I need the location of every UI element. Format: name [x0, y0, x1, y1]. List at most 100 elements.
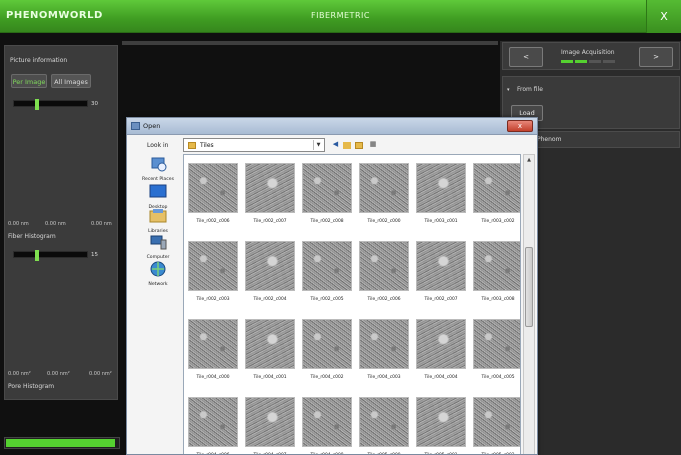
file-name: Tile_r004_c003	[367, 375, 401, 380]
from-file-title: From file	[517, 86, 543, 93]
threshold-slider[interactable]	[13, 99, 88, 110]
file-thumbnail[interactable]	[188, 397, 238, 447]
phenom-label: Phenom	[537, 136, 562, 143]
place-label: Network	[148, 282, 168, 287]
pore-hist-mid: 0.00 nm²	[47, 371, 70, 377]
file-name: Tile_r003_c008	[481, 297, 515, 302]
look-in-value: Tiles	[200, 142, 214, 149]
file-thumbnail[interactable]	[245, 241, 295, 291]
dialog-close-button[interactable]: x	[507, 120, 533, 132]
image-acquisition-label: Image Acquisition	[561, 49, 615, 56]
title-bar: PHENOMWORLD FIBERMETRIC X	[0, 0, 681, 33]
file-thumbnail[interactable]	[416, 397, 466, 447]
image-acquisition-bar: < Image Acquisition >	[502, 42, 680, 70]
computer-icon	[150, 235, 167, 250]
back-arrow-icon[interactable]: ◀	[331, 140, 340, 149]
tab-per-image[interactable]: Per Image	[11, 74, 47, 88]
progress-bar	[4, 437, 120, 449]
file-thumbnail[interactable]	[359, 397, 409, 447]
file-thumbnail[interactable]	[188, 241, 238, 291]
file-thumbnail[interactable]	[359, 319, 409, 369]
progress-fill	[6, 439, 115, 447]
app-title: FIBERMETRIC	[311, 11, 370, 20]
view-menu-icon[interactable]: ▦	[367, 140, 379, 149]
dialog-title-bar: Open x	[127, 118, 537, 135]
file-name: Tile_r002_c006	[367, 297, 401, 302]
new-folder-icon[interactable]	[355, 142, 363, 149]
file-thumbnail[interactable]	[188, 163, 238, 213]
place-desktop[interactable]: Desktop	[135, 184, 181, 210]
file-thumbnail[interactable]	[359, 163, 409, 213]
scroll-up-icon[interactable]: ▲	[524, 155, 534, 165]
fiber-hist-max: 0.00 nm	[91, 221, 112, 227]
dialog-app-icon	[131, 122, 140, 130]
file-name: Tile_r002_c000	[367, 219, 401, 224]
fiber-hist-min: 0.00 nm	[8, 221, 29, 227]
look-in-select[interactable]: Tiles ▼	[183, 138, 325, 152]
place-computer[interactable]: Computer	[135, 234, 181, 260]
place-recent[interactable]: Recent Places	[135, 156, 181, 182]
file-name: Tile_r002_c007	[253, 219, 287, 224]
panel-heading: Picture information	[10, 57, 68, 64]
file-thumbnail[interactable]	[302, 319, 352, 369]
file-name: Tile_r002_c006	[196, 219, 230, 224]
acquisition-step	[561, 60, 573, 63]
file-thumbnail[interactable]	[302, 397, 352, 447]
place-network[interactable]: Network	[135, 261, 181, 287]
file-thumbnail[interactable]	[416, 319, 466, 369]
file-name: Tile_r003_c001	[424, 219, 458, 224]
file-name: Tile_r002_c007	[424, 297, 458, 302]
file-thumbnail[interactable]	[473, 319, 520, 369]
file-thumbnail[interactable]	[473, 163, 520, 213]
file-name: Tile_r002_c003	[196, 297, 230, 302]
file-list-scrollbar[interactable]: ▲	[523, 154, 535, 454]
fiber-histogram-title: Fiber Histogram	[8, 233, 56, 240]
file-name: Tile_r003_c002	[481, 219, 515, 224]
slider-handle[interactable]	[35, 250, 40, 261]
recent-places-icon	[151, 157, 167, 172]
file-name: Tile_r002_c008	[310, 219, 344, 224]
file-name: Tile_r004_c002	[310, 375, 344, 380]
next-button[interactable]: >	[639, 47, 673, 67]
place-label: Computer	[146, 255, 170, 260]
file-thumbnail[interactable]	[416, 163, 466, 213]
pore-histogram-title: Pore Histogram	[8, 383, 55, 390]
prev-button[interactable]: <	[509, 47, 543, 67]
place-libraries[interactable]: Libraries	[135, 208, 181, 234]
file-thumbnail[interactable]	[473, 241, 520, 291]
image-viewer-header	[122, 41, 498, 45]
desktop-icon	[149, 184, 167, 198]
file-thumbnail[interactable]	[188, 319, 238, 369]
fiber-hist-mid: 0.00 nm	[45, 221, 66, 227]
file-name: Tile_r004_c000	[196, 375, 230, 380]
file-name: Tile_r004_c004	[424, 375, 458, 380]
file-thumbnail[interactable]	[302, 163, 352, 213]
open-file-dialog: Open x Look in Tiles ▼ ◀ ▦ Recent Places	[126, 117, 538, 455]
tab-all-images[interactable]: All Images	[51, 74, 91, 88]
file-thumbnail[interactable]	[416, 241, 466, 291]
file-thumbnail[interactable]	[359, 241, 409, 291]
file-thumbnail[interactable]	[473, 397, 520, 447]
slider-handle[interactable]	[35, 99, 40, 110]
app-window: PHENOMWORLD FIBERMETRIC X Picture inform…	[0, 0, 681, 455]
picture-information-panel: Picture information Per Image All Images…	[4, 45, 118, 400]
close-button[interactable]: X	[646, 0, 681, 33]
chevron-down-icon[interactable]: ▼	[313, 140, 323, 150]
file-name: Tile_r004_c005	[481, 375, 515, 380]
pore-hist-min: 0.00 nm²	[8, 371, 31, 377]
file-thumbnail[interactable]	[245, 319, 295, 369]
file-name: Tile_r002_c005	[310, 297, 344, 302]
slider-value: 15	[91, 252, 98, 258]
up-folder-icon[interactable]	[343, 142, 351, 149]
file-thumbnail[interactable]	[245, 163, 295, 213]
file-thumbnail[interactable]	[302, 241, 352, 291]
scroll-thumb[interactable]	[525, 247, 533, 327]
place-label: Recent Places	[142, 177, 174, 182]
acquisition-step	[603, 60, 615, 63]
file-thumbnail[interactable]	[245, 397, 295, 447]
pore-hist-max: 0.00 nm²	[89, 371, 112, 377]
collapse-arrow-icon[interactable]: ▾	[507, 87, 510, 93]
libraries-icon	[149, 209, 167, 223]
file-name: Tile_r002_c004	[253, 297, 287, 302]
fiber-slider[interactable]	[13, 250, 88, 261]
